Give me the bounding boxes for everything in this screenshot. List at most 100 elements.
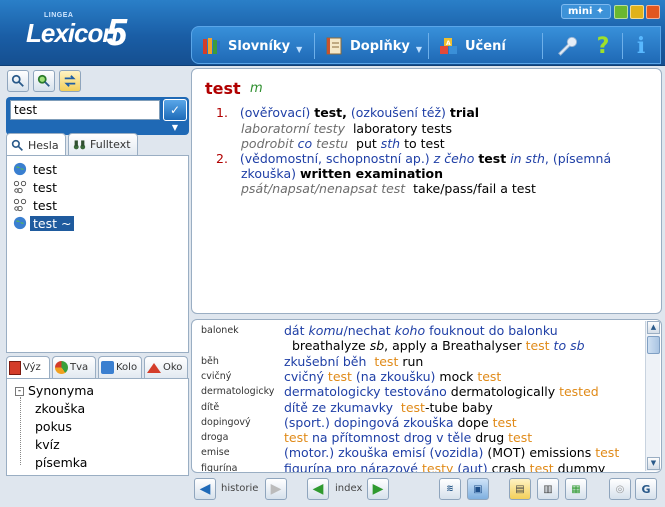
index-text-segment: tested bbox=[559, 384, 599, 400]
list-item[interactable]: test bbox=[13, 178, 60, 196]
index-text-segment: na přítomnost drog v těle bbox=[308, 430, 472, 446]
sense-note: in sth bbox=[510, 151, 545, 166]
example-en: laboratory tests bbox=[352, 121, 453, 136]
index-row[interactable]: figurína figurína pro nárazové testy (aut… bbox=[192, 460, 642, 473]
swap-direction-icon[interactable] bbox=[59, 70, 81, 92]
sense-cz: test, bbox=[314, 105, 347, 120]
index-prev-button[interactable]: ◀ bbox=[307, 478, 329, 500]
meaning-icon bbox=[9, 360, 21, 375]
font-size-icon[interactable]: ≋ bbox=[439, 478, 461, 500]
tab-hesla[interactable]: Hesla bbox=[6, 133, 66, 156]
index-row[interactable]: dítě dítě ze zkumavky test-tube baby bbox=[192, 400, 642, 415]
tab-okoli-label: Oko bbox=[163, 362, 183, 373]
tree-node[interactable]: písemka bbox=[35, 455, 87, 470]
history-label: historie bbox=[221, 483, 259, 494]
search-icon[interactable] bbox=[7, 70, 29, 92]
tab-okoli[interactable]: Oko bbox=[144, 356, 188, 378]
index-text-segment: fouknout do balonku bbox=[425, 323, 558, 338]
list-item[interactable]: test bbox=[13, 160, 60, 178]
index-text-segment: test bbox=[327, 368, 352, 384]
index-text-segment: , apply a Breathalyser bbox=[384, 338, 526, 354]
scroll-down-icon[interactable]: ▼ bbox=[647, 457, 660, 470]
tab-vyznam[interactable]: Výz bbox=[6, 356, 50, 378]
advanced-search-icon[interactable] bbox=[33, 70, 55, 92]
menu-doplnky-label: Doplňky bbox=[350, 38, 410, 54]
scroll-thumb[interactable] bbox=[647, 336, 660, 354]
info-tabs: Výz Tva Kolo Oko bbox=[6, 354, 189, 378]
list-item[interactable]: test bbox=[13, 196, 60, 214]
index-row[interactable]: cvičný cvičný test (na zkoušku) mock test bbox=[192, 369, 642, 384]
search-bar: ✓ ▼ bbox=[6, 97, 189, 135]
list-item-selected[interactable]: test ~ bbox=[13, 214, 75, 232]
index-text-segment: drug bbox=[471, 430, 509, 446]
tab-kolokace[interactable]: Kolo bbox=[98, 356, 142, 378]
help-icon[interactable]: ? bbox=[590, 33, 616, 59]
sense-translation[interactable]: written examination bbox=[300, 166, 443, 181]
layout-full-icon[interactable]: ▤ bbox=[509, 478, 531, 500]
sense-note: zkouška) bbox=[241, 166, 296, 181]
scroll-up-icon[interactable]: ▲ bbox=[647, 321, 660, 334]
search-input[interactable] bbox=[10, 100, 160, 120]
index-row[interactable]: breathalyze sb, apply a Breathalyser tes… bbox=[192, 338, 642, 353]
tree-node[interactable]: kvíz bbox=[35, 437, 60, 452]
sense-note: (vědomostní, schopnostní ap.) bbox=[239, 151, 430, 166]
tree-root[interactable]: - Synonyma bbox=[15, 383, 94, 398]
index-scrollbar[interactable]: ▲ ▼ bbox=[645, 321, 660, 471]
example: podrobit co testu put sth to test bbox=[241, 136, 445, 151]
minimize-button[interactable] bbox=[614, 5, 628, 19]
example: psát/napsat/nenapsat test take/pass/fail… bbox=[241, 181, 536, 196]
settings-wrench-icon[interactable] bbox=[554, 33, 580, 59]
index-row[interactable]: dermatologicky dermatologicky testováno d… bbox=[192, 384, 642, 399]
index-text-segment: test bbox=[595, 445, 620, 461]
speech-icon[interactable]: ◎ bbox=[609, 478, 631, 500]
index-key: emise bbox=[201, 447, 230, 459]
maximize-button[interactable] bbox=[630, 5, 644, 19]
menu-doplnky[interactable]: Doplňky ▼ bbox=[324, 35, 422, 57]
index-text-segment: breathalyze bbox=[284, 338, 370, 354]
tab-hesla-label: Hesla bbox=[28, 138, 59, 152]
phrase-nodes-icon bbox=[13, 198, 27, 212]
sense-2: 2. (vědomostní, schopnostní ap.) z čeho … bbox=[216, 151, 611, 166]
split-view-icon[interactable]: ▣ bbox=[467, 478, 489, 500]
index-text-segment: test bbox=[477, 368, 502, 384]
menu-slovniky[interactable]: Slovníky ▼ bbox=[202, 35, 302, 57]
word-tabs: Hesla Fulltext bbox=[6, 131, 189, 156]
tab-fulltext[interactable]: Fulltext bbox=[68, 133, 138, 155]
index-text-segment: test bbox=[508, 430, 533, 446]
index-text-segment: dítě ze zkumavky bbox=[284, 399, 401, 415]
example-cz: co bbox=[297, 136, 313, 151]
google-icon[interactable]: G bbox=[635, 478, 657, 500]
index-next-button[interactable]: ▶ bbox=[367, 478, 389, 500]
index-text-segment: (MOT) emissions bbox=[483, 445, 596, 461]
index-text-segment: run bbox=[398, 353, 424, 369]
tree-node[interactable]: zkouška bbox=[35, 401, 85, 416]
index-row[interactable]: balonek dát komu/nechat koho fouknout do … bbox=[192, 323, 642, 338]
example-en: take/pass/fail a test bbox=[413, 181, 536, 196]
binoculars-icon bbox=[73, 140, 86, 150]
history-back-button[interactable]: ◀ bbox=[194, 478, 216, 500]
collapse-icon[interactable]: - bbox=[15, 387, 24, 396]
layout-green-icon[interactable]: ▦ bbox=[565, 478, 587, 500]
close-button[interactable] bbox=[646, 5, 660, 19]
list-item-label: test ~ bbox=[30, 215, 75, 231]
search-submit-button[interactable]: ✓ bbox=[163, 99, 187, 121]
menu-uceni-label: Učení bbox=[465, 38, 506, 54]
info-icon[interactable]: i bbox=[628, 33, 654, 59]
layout-entry-icon[interactable]: ▥ bbox=[537, 478, 559, 500]
history-forward-button[interactable]: ▶ bbox=[265, 478, 287, 500]
index-row[interactable]: dopingový (sport.) dopingová zkouška dope… bbox=[192, 415, 642, 430]
tab-tvary[interactable]: Tva bbox=[52, 356, 96, 378]
left-panel: ✓ ▼ Hesla Fulltext test test bbox=[3, 66, 189, 476]
index-text-segment: sb bbox=[369, 338, 385, 354]
index-text-segment: test bbox=[284, 430, 309, 446]
tree-node[interactable]: pokus bbox=[35, 419, 72, 434]
menu-uceni[interactable]: A Učení bbox=[439, 35, 506, 57]
logo-version: 5 bbox=[106, 12, 128, 54]
sense-translation[interactable]: trial bbox=[450, 105, 479, 120]
index-row[interactable]: emise (motor.) zkouška emisí (vozidla) (M… bbox=[192, 445, 642, 460]
mini-mode-button[interactable]: mini ✦ bbox=[561, 4, 611, 19]
index-text-segment: testy bbox=[421, 460, 454, 473]
example: laboratorní testy laboratory tests bbox=[241, 121, 452, 136]
index-row[interactable]: droga test na přítomnost drog v těle drug… bbox=[192, 430, 642, 445]
index-row[interactable]: běh zkušební běh test run bbox=[192, 354, 642, 369]
